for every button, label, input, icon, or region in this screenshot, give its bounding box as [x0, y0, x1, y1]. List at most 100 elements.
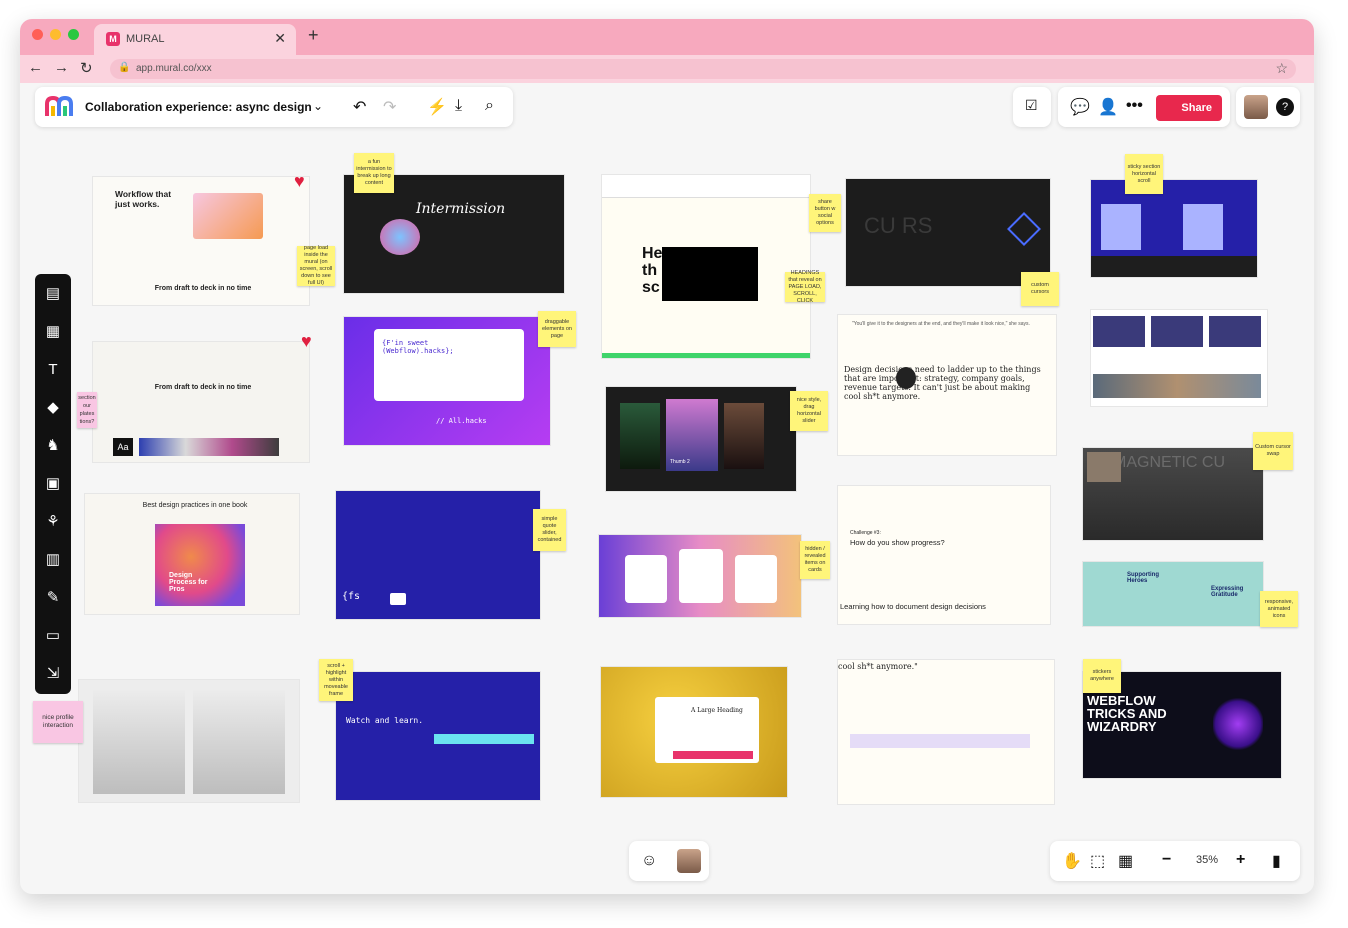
lightning-icon[interactable]: ⚡ — [427, 97, 447, 117]
profile-photo-1[interactable] — [93, 690, 185, 794]
sticky-animated-icons[interactable]: responsive, animated icons — [1260, 591, 1298, 627]
card-slider[interactable]: Thumb 2 — [605, 386, 797, 492]
supporting-heroes: Supporting Heroes — [1127, 572, 1159, 584]
hand-icon[interactable]: ✋ — [1062, 851, 1082, 871]
card-sticky-section[interactable] — [1090, 179, 1258, 278]
comment-icon[interactable]: 💬 — [1070, 97, 1090, 117]
card-magnetic[interactable]: MAGNETIC CU — [1082, 447, 1264, 541]
sticky-slider[interactable]: nice style, drag horizontal slider — [790, 391, 828, 431]
sidebar-draw-icon[interactable]: ✎ — [43, 588, 63, 608]
sticky-intermission[interactable]: a fun intermission to break up long cont… — [354, 153, 394, 193]
sticky-hidden-items[interactable]: hidden / revealed items on cards — [800, 541, 830, 579]
browser-tab[interactable]: M MURAL ✕ — [94, 24, 296, 55]
card-large-heading[interactable]: A Large Heading — [600, 666, 788, 798]
card-cool-anymore[interactable]: cool sh*t anymore." — [837, 659, 1055, 805]
help-icon[interactable]: ? — [1276, 98, 1294, 116]
checkbox-icon[interactable]: ☑ — [1025, 97, 1038, 114]
close-tab-icon[interactable]: ✕ — [274, 30, 286, 47]
blog-tile-3[interactable] — [1209, 316, 1261, 368]
card-best-practices[interactable]: Best design practices in one book Design… — [84, 493, 300, 615]
sticky-share[interactable]: share button w social options — [809, 194, 841, 232]
chevron-down-icon[interactable]: ⌄ — [313, 99, 323, 113]
card-custom-cursors[interactable]: CU RS — [845, 178, 1051, 287]
item-card-3[interactable] — [735, 555, 777, 603]
card-animated-icons[interactable]: Supporting Heroes Expressing Gratitude — [1082, 561, 1264, 627]
play-button[interactable] — [390, 593, 406, 605]
collaborator-avatar[interactable] — [677, 849, 701, 873]
sticky-profile[interactable]: nice profile interaction — [33, 701, 83, 743]
slide-1[interactable] — [620, 403, 660, 469]
card-workflow[interactable]: Workflow that just works. From draft to … — [92, 176, 310, 306]
url-field[interactable]: 🔒 app.mural.co/xxx ☆ — [110, 59, 1296, 79]
sidebar-shapes-icon[interactable]: ◆ — [43, 398, 63, 418]
sticky-page-load[interactable]: page load inside the mural (on screen, s… — [297, 245, 335, 286]
sticky-sticky-section[interactable]: sticky section horizontal scroll — [1125, 154, 1163, 194]
checklist-box: ☑ — [1013, 87, 1051, 127]
outline-panel-icon[interactable]: ▮ — [1272, 851, 1281, 871]
forward-icon[interactable]: → — [54, 59, 69, 76]
sticky-draggable[interactable]: draggable elements on page — [538, 311, 576, 347]
item-card-1[interactable] — [625, 555, 667, 603]
zoom-in-icon[interactable]: + — [1236, 851, 1245, 869]
sticky-cursor-swap[interactable]: Custom cursor swap — [1253, 432, 1293, 470]
draft-heading: From draft to deck in no time — [154, 384, 252, 391]
card-headings[interactable]: He th sc — [601, 174, 811, 359]
share-button[interactable]: Share — [1156, 95, 1222, 121]
workflow-heading: Workflow that just works. — [115, 189, 172, 209]
sidebar-sticky-note-icon[interactable]: ▦ — [43, 322, 63, 342]
profile-photo-2[interactable] — [193, 690, 285, 794]
magnetic-text: MAGNETIC CU — [1113, 454, 1225, 471]
search-icon[interactable]: ⌕ — [485, 97, 494, 115]
slide-3[interactable] — [724, 403, 764, 469]
character-illustration — [380, 219, 420, 255]
sidebar-frame-icon[interactable]: ▭ — [43, 626, 63, 646]
sticky-stickers[interactable]: stickers anywhere — [1083, 659, 1121, 693]
blog-tile-2[interactable] — [1151, 316, 1203, 368]
bookmark-star-icon[interactable]: ☆ — [1275, 60, 1288, 77]
sidebar-import-icon[interactable]: ⇲ — [43, 664, 63, 684]
close-window-dot[interactable] — [32, 29, 43, 40]
sticky-templates[interactable]: section our plates tions? — [77, 392, 97, 428]
item-card-2[interactable] — [679, 549, 723, 603]
sidebar-text-icon[interactable]: T — [43, 360, 63, 380]
quote-1: "You'll give it to the designers at the … — [852, 321, 1030, 327]
tab-bar: M MURAL ✕ + — [20, 19, 1314, 55]
reload-icon[interactable]: ↻ — [80, 59, 93, 77]
more-icon[interactable]: ••• — [1126, 97, 1143, 115]
new-tab-icon[interactable]: + — [308, 25, 319, 46]
sticky-scroll-highlight[interactable]: scroll + highlight within moveable frame — [319, 659, 353, 701]
card-hidden-items[interactable] — [598, 534, 802, 618]
card-watch-learn[interactable]: Watch and learn. — [335, 671, 541, 801]
sticky-custom-cursors[interactable]: custom cursors — [1021, 272, 1059, 306]
minimize-window-dot[interactable] — [50, 29, 61, 40]
board-title[interactable]: Collaboration experience: async design — [85, 100, 312, 114]
sidebar-outline-icon[interactable]: ▤ — [43, 284, 63, 304]
sidebar-image-icon[interactable]: ▣ — [43, 474, 63, 494]
download-icon[interactable]: ⤓ — [455, 97, 462, 115]
select-tool-icon[interactable]: ⬚ — [1090, 851, 1105, 871]
pink-bar — [673, 751, 753, 759]
card-show-progress[interactable]: Challenge #3: How do you show progress? … — [837, 485, 1051, 625]
emoji-icon[interactable]: ☺ — [641, 852, 657, 870]
undo-icon[interactable]: ↶ — [353, 97, 366, 117]
blog-tile-1[interactable] — [1093, 316, 1145, 368]
back-icon[interactable]: ← — [28, 59, 43, 76]
card-profiles[interactable] — [78, 679, 300, 803]
map-icon[interactable]: ▦ — [1118, 851, 1133, 871]
sticky-headings[interactable]: HEADINGS that reveal on PAGE LOAD, SCROL… — [785, 270, 825, 304]
card-design-decisions[interactable]: "You'll give it to the designers at the … — [837, 314, 1057, 456]
zoom-out-icon[interactable]: − — [1162, 851, 1171, 869]
card-draft-to-deck[interactable]: From draft to deck in no time Aa — [92, 341, 310, 463]
url-text: app.mural.co/xxx — [136, 63, 212, 74]
card-quote-slider[interactable]: {fs — [335, 490, 541, 620]
redo-icon[interactable]: ↷ — [383, 97, 396, 117]
user-icon[interactable]: 👤 — [1098, 97, 1118, 117]
sidebar-table-icon[interactable]: ▥ — [43, 550, 63, 570]
card-webflow-hacks[interactable]: {F'in sweet (Webflow).hacks}; // All.hac… — [343, 316, 551, 446]
maximize-window-dot[interactable] — [68, 29, 79, 40]
sticky-quote-slider[interactable]: simple quote slider, contained — [533, 509, 566, 551]
sidebar-diagram-icon[interactable]: ⚘ — [43, 512, 63, 532]
avatar[interactable] — [1244, 95, 1268, 119]
card-blog-grid[interactable] — [1090, 309, 1268, 407]
sidebar-icons-icon[interactable]: ♞ — [43, 436, 63, 456]
